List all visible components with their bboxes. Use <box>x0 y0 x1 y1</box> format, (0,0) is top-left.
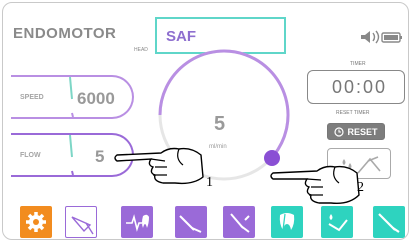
settings-button[interactable] <box>20 206 52 238</box>
timer-display: 00:00 <box>307 70 405 104</box>
program-button-2[interactable] <box>121 206 153 238</box>
flow-value: 5 <box>95 147 105 166</box>
callout-1: 1 <box>206 175 213 190</box>
program-button-5[interactable] <box>271 206 303 238</box>
speaker-icon[interactable] <box>359 29 407 45</box>
drops-instrument-icon <box>328 214 348 232</box>
head-label: HEAD <box>134 47 148 53</box>
file-instrument-icon <box>230 213 250 233</box>
heartbeat-tooth-icon <box>126 214 149 232</box>
file-instrument-icon <box>378 213 400 233</box>
tooth-icon <box>279 213 295 231</box>
reset-timer-label: RESET TIMER <box>336 110 370 116</box>
clock-icon <box>334 126 345 137</box>
dial-unit: ml/min <box>209 144 227 150</box>
endomotor-screen: ENDOMOTOR HEAD SAF SPEED 6000 FLOW 5 5 m… <box>2 2 409 240</box>
speed-label: SPEED <box>20 94 44 101</box>
reset-button-label: RESET <box>347 126 378 137</box>
program-button-3[interactable] <box>175 206 207 238</box>
program-button-7[interactable] <box>373 206 405 238</box>
timer-label: TIMER <box>350 61 366 67</box>
program-button-1[interactable] <box>65 206 97 238</box>
speed-control[interactable]: SPEED 6000 <box>11 75 134 119</box>
file-instrument-icon <box>71 216 94 235</box>
callout-2: 2 <box>357 180 364 195</box>
reset-button[interactable]: RESET <box>327 123 385 140</box>
speed-value: 6000 <box>77 89 115 108</box>
app-title: ENDOMOTOR <box>13 25 117 42</box>
timer-value: 00:00 <box>332 77 388 97</box>
pointing-hand-icon <box>114 147 204 185</box>
program-button-6[interactable] <box>321 206 353 238</box>
dial-value: 5 <box>214 113 226 135</box>
head-value: SAF <box>166 28 196 45</box>
flow-label: FLOW <box>20 152 41 159</box>
program-button-4[interactable] <box>223 206 255 238</box>
file-instrument-icon <box>179 215 202 233</box>
gear-icon <box>26 212 46 232</box>
pointing-hand-icon <box>270 165 360 205</box>
